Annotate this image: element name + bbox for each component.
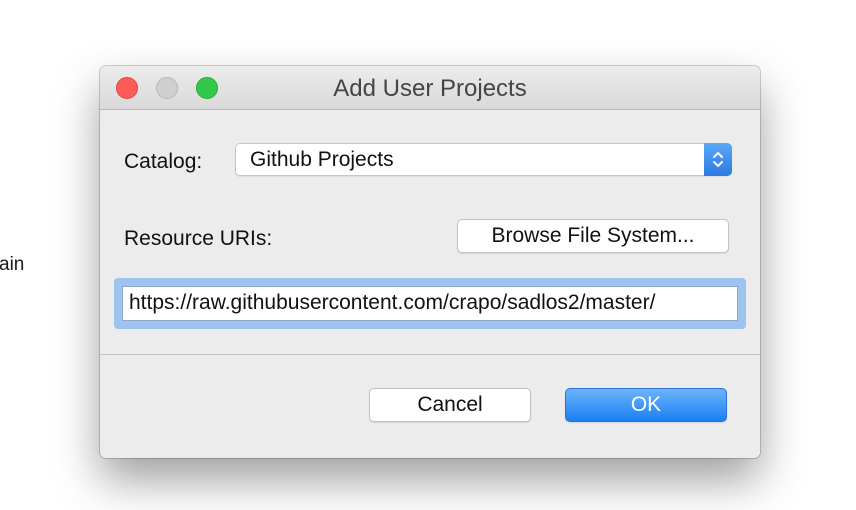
- ok-button[interactable]: OK: [565, 388, 727, 422]
- resource-uri-value: https://raw.githubusercontent.com/crapo/…: [129, 291, 656, 314]
- dialog-divider: [100, 354, 760, 355]
- resource-uri-input[interactable]: https://raw.githubusercontent.com/crapo/…: [122, 286, 738, 321]
- resource-uris-label: Resource URIs:: [124, 227, 273, 250]
- browse-file-system-button[interactable]: Browse File System...: [457, 219, 729, 253]
- add-user-projects-dialog: Add User Projects Catalog: Github Projec…: [100, 66, 760, 458]
- cancel-button[interactable]: Cancel: [369, 388, 531, 422]
- catalog-selected-value: Github Projects: [250, 148, 394, 171]
- dialog-title: Add User Projects: [333, 75, 527, 102]
- catalog-label: Catalog:: [124, 150, 203, 173]
- catalog-select[interactable]: Github Projects: [235, 143, 732, 176]
- dialog-titlebar[interactable]: Add User Projects: [100, 66, 760, 110]
- background-partial-text: ain: [0, 254, 25, 275]
- updown-chevron-icon[interactable]: [704, 143, 732, 176]
- resource-uri-focus-ring: https://raw.githubusercontent.com/crapo/…: [114, 278, 746, 329]
